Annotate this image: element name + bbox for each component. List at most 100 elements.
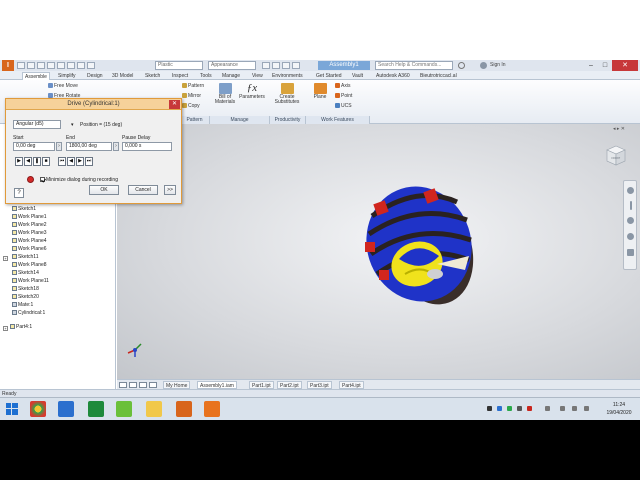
tab-environments[interactable]: Environments	[272, 72, 303, 80]
play-forward-button[interactable]: ▶	[15, 157, 23, 166]
open-file-icon[interactable]	[27, 62, 35, 69]
tab-autodesk-a360[interactable]: Autodesk A360	[376, 72, 410, 80]
forward-to-end-button[interactable]: ⏭	[85, 157, 93, 166]
record-button[interactable]	[27, 176, 34, 183]
appearance-dropdown[interactable]: Appearance	[208, 61, 256, 70]
tree-item[interactable]: Sketch11	[12, 253, 38, 261]
tree-item[interactable]: Sketch1	[12, 205, 36, 213]
update-icon[interactable]	[77, 62, 85, 69]
minimize-during-recording-checkbox[interactable]: Minimize dialog during recording	[40, 177, 118, 183]
tree-item[interactable]: Work Plane3	[12, 229, 47, 237]
sign-in-link[interactable]: Sign In	[490, 61, 506, 70]
end-expand-arrow-icon[interactable]: ›	[113, 142, 119, 151]
tab-inspect[interactable]: Inspect	[172, 72, 188, 80]
doc-tab-my-home[interactable]: My Home	[163, 381, 191, 389]
stop-button[interactable]: ■	[42, 157, 50, 166]
tab-view[interactable]: View	[252, 72, 263, 80]
doc-tab-assembly1[interactable]: Assembly1.iam	[197, 381, 237, 389]
tray-icon[interactable]	[527, 406, 532, 411]
axis-button[interactable]: Axis	[335, 83, 350, 89]
dialog-close-button[interactable]: ✕	[169, 100, 180, 109]
tree-item[interactable]: Sketch18	[12, 285, 39, 293]
tab-list-icon[interactable]	[149, 382, 157, 388]
create-substitutes-button[interactable]: Create Substitutes	[270, 83, 304, 105]
clock[interactable]: 11:24 19/04/2020	[600, 401, 638, 417]
graphics-viewport[interactable]	[117, 124, 640, 379]
inventor-icon[interactable]	[176, 401, 192, 417]
home-icon[interactable]	[67, 62, 75, 69]
expand-icon[interactable]: +	[3, 326, 8, 331]
redo-icon[interactable]	[57, 62, 65, 69]
free-move-button[interactable]: Free Move	[48, 83, 78, 89]
maximize-button[interactable]: □	[598, 60, 612, 71]
tab-vault[interactable]: Vault	[352, 72, 363, 80]
tab-assemble[interactable]: Assemble	[22, 72, 50, 80]
tree-item[interactable]: Work Plane1	[12, 213, 47, 221]
tab-design[interactable]: Design	[87, 72, 103, 80]
viewcube-icon[interactable]: FRONT	[605, 144, 627, 168]
dropdown-arrow-icon[interactable]: ▾	[71, 122, 74, 128]
tree-item[interactable]: Sketch14	[12, 269, 39, 277]
volume-icon[interactable]	[584, 406, 589, 411]
chrome-icon[interactable]	[30, 401, 46, 417]
fx-icon[interactable]	[282, 62, 290, 69]
play-reverse-button[interactable]: ◀	[24, 157, 32, 166]
tab-tools[interactable]: Tools	[200, 72, 212, 80]
tab-sketch[interactable]: Sketch	[145, 72, 160, 80]
step-reverse-button[interactable]: ◀	[67, 157, 75, 166]
pan-icon[interactable]	[630, 201, 632, 210]
plane-button[interactable]: Plane	[310, 83, 330, 100]
tab-addin[interactable]: Bieutrotriccacl.al	[420, 72, 457, 80]
search-input[interactable]: Search Help & Commands...	[375, 61, 453, 70]
minimize-button[interactable]: –	[584, 60, 598, 71]
tile-icon[interactable]	[119, 382, 127, 388]
clear-icon[interactable]	[272, 62, 280, 69]
rewind-to-start-button[interactable]: ⏮	[58, 157, 66, 166]
tree-item[interactable]: Work Plane8	[12, 261, 47, 269]
cancel-button[interactable]: Cancel	[128, 185, 158, 195]
look-at-icon[interactable]	[627, 249, 634, 256]
pause-button[interactable]: ❚	[33, 157, 41, 166]
app-icon[interactable]	[116, 401, 132, 417]
tree-item[interactable]: Cylindrical:1	[12, 309, 45, 317]
tray-icon[interactable]	[507, 406, 512, 411]
start-button[interactable]	[4, 401, 20, 417]
doc-tab-part2[interactable]: Part2.ipt	[277, 381, 302, 389]
start-input[interactable]: 0,00 deg	[13, 142, 55, 151]
flag-icon[interactable]	[572, 406, 577, 411]
tree-item[interactable]: Work Plane6	[12, 245, 47, 253]
tree-item[interactable]: Sketch20	[12, 293, 39, 301]
file-explorer-icon[interactable]	[146, 401, 162, 417]
tree-item[interactable]: Mate:1	[12, 301, 33, 309]
copy-button[interactable]: Copy	[182, 103, 200, 109]
close-window-button[interactable]: ✕	[612, 60, 638, 71]
tab-get-started[interactable]: Get Started	[316, 72, 342, 80]
tree-item[interactable]: Work Plane11	[12, 277, 49, 285]
cylindrical-assembly-model[interactable]	[352, 173, 489, 317]
tree-item[interactable]: Work Plane2	[12, 221, 47, 229]
orbit-icon[interactable]	[627, 233, 634, 240]
start-expand-arrow-icon[interactable]: ›	[56, 142, 62, 151]
tab-manage[interactable]: Manage	[222, 72, 240, 80]
search-icon[interactable]	[458, 62, 465, 69]
parameters-button[interactable]: ƒx Parameters	[238, 83, 266, 100]
excel-icon[interactable]	[88, 401, 104, 417]
adjust-icon[interactable]	[262, 62, 270, 69]
tray-icon[interactable]	[545, 406, 550, 411]
material-dropdown[interactable]: Plastic	[155, 61, 203, 70]
tree-item[interactable]: Part4:1	[10, 323, 32, 331]
more-options-button[interactable]: >>	[164, 185, 176, 195]
tray-icon[interactable]	[487, 406, 492, 411]
ucs-button[interactable]: UCS	[335, 103, 352, 109]
app-logo-icon[interactable]: I	[2, 60, 14, 71]
new-file-icon[interactable]	[17, 62, 25, 69]
cascade-icon[interactable]	[129, 382, 137, 388]
internet-explorer-icon[interactable]	[58, 401, 74, 417]
undo-icon[interactable]	[47, 62, 55, 69]
arrange-icon[interactable]	[139, 382, 147, 388]
save-icon[interactable]	[37, 62, 45, 69]
vlc-icon[interactable]	[204, 401, 220, 417]
doc-tab-part4[interactable]: Part4.ipt	[339, 381, 364, 389]
mode-dropdown[interactable]: Angular (d5)	[13, 120, 61, 129]
tray-icon[interactable]	[497, 406, 502, 411]
